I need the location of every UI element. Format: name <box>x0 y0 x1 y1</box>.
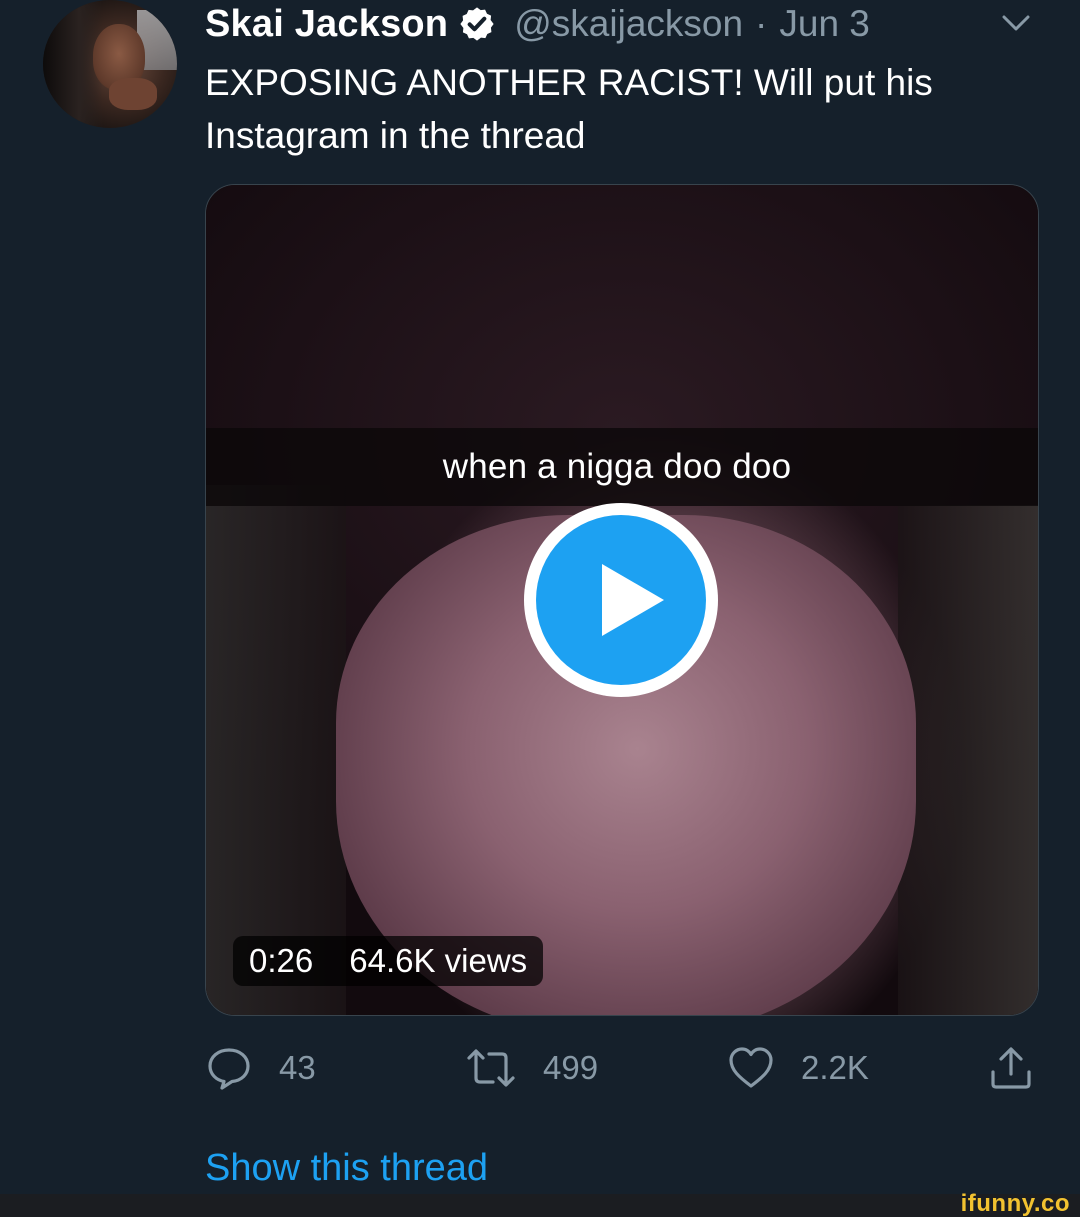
retweet-button[interactable]: 499 <box>465 1040 598 1096</box>
play-button[interactable] <box>524 503 718 697</box>
video-caption: when a nigga doo doo <box>442 447 792 486</box>
like-button[interactable]: 2.2K <box>727 1040 869 1096</box>
show-thread-link[interactable]: Show this thread <box>205 1147 488 1190</box>
like-count: 2.2K <box>801 1049 869 1086</box>
avatar[interactable] <box>43 0 177 128</box>
chevron-down-icon[interactable] <box>1000 10 1032 36</box>
video-meta: 0:26 64.6K views <box>233 936 544 986</box>
share-button[interactable] <box>987 1040 1035 1096</box>
retweet-count: 499 <box>543 1049 599 1086</box>
heart-icon <box>729 1047 773 1088</box>
tweet-actions: 43 499 2.2K <box>205 1040 1037 1096</box>
video-duration: 0:26 <box>249 942 314 979</box>
verified-badge-icon <box>460 7 494 41</box>
video-player[interactable]: when a nigga doo doo 0:26 64.6K views <box>205 184 1039 1016</box>
header-separator: · <box>755 3 768 44</box>
share-icon <box>991 1047 1031 1089</box>
reply-icon <box>208 1048 250 1090</box>
reply-count: 43 <box>279 1049 316 1086</box>
video-views: 64.6K views <box>349 942 528 979</box>
tweet-date[interactable]: Jun 3 <box>779 3 870 45</box>
tweet-page: Skai Jackson @skaijackson · Jun 3 EXPOSI… <box>0 0 1080 1217</box>
video-frame-right <box>898 505 1038 1015</box>
retweet-icon <box>467 1049 515 1087</box>
user-handle[interactable]: @skaijackson <box>514 3 743 45</box>
tweet-header: Skai Jackson @skaijackson · Jun 3 <box>205 0 870 48</box>
watermark-logo: ifunny.co <box>960 1190 1070 1217</box>
tweet-text: EXPOSING ANOTHER RACIST! Will put his In… <box>205 62 933 156</box>
watermark-bar: ifunny.co <box>0 1190 1080 1217</box>
video-caption-bar: when a nigga doo doo <box>206 428 1038 506</box>
display-name[interactable]: Skai Jackson <box>205 3 448 46</box>
play-triangle <box>602 564 664 636</box>
avatar-hand <box>109 78 157 110</box>
play-icon <box>536 515 706 685</box>
reply-button[interactable]: 43 <box>205 1040 316 1096</box>
